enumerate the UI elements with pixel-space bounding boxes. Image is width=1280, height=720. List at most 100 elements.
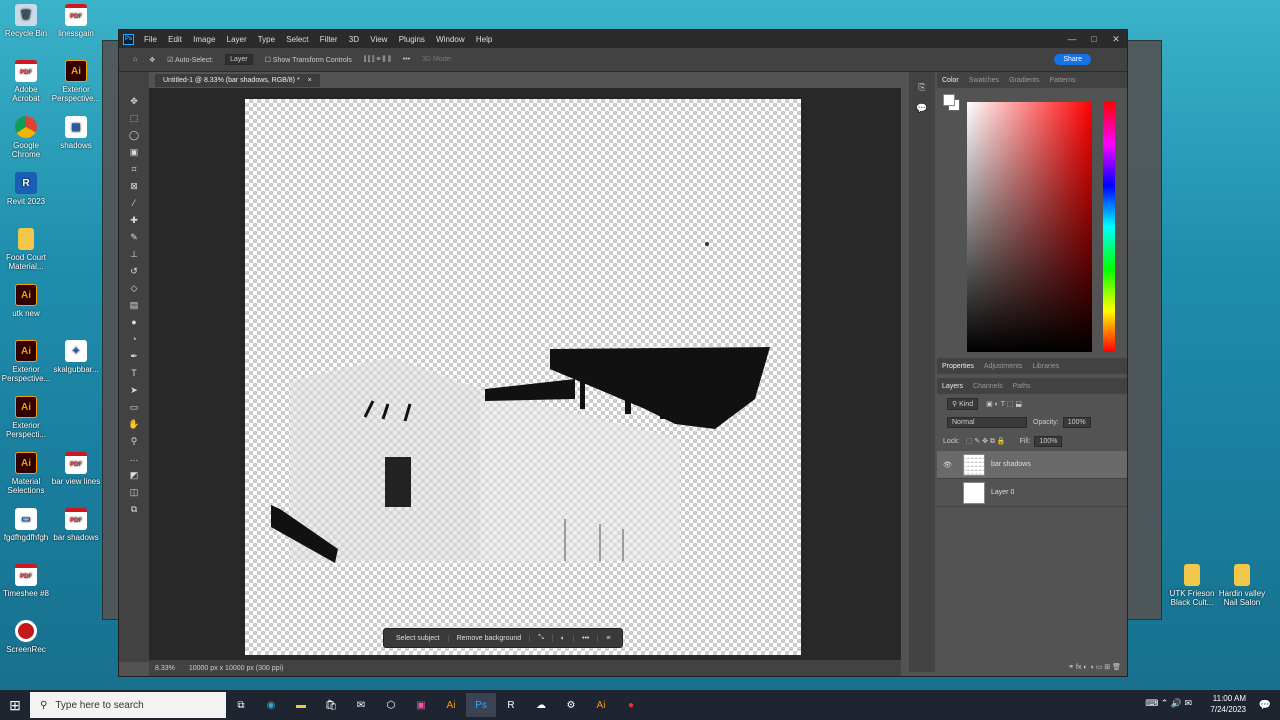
desktop-icon-material-selections[interactable]: Ai Material Selections: [0, 452, 52, 495]
menu-type[interactable]: Type: [258, 35, 275, 44]
zoom-tool-icon[interactable]: ⚲: [127, 434, 141, 448]
clock[interactable]: 11:00 AM 7/24/2023: [1210, 693, 1246, 715]
more-icon[interactable]: •••: [574, 634, 599, 642]
brush-tool-icon[interactable]: ✎: [127, 230, 141, 244]
transform-icon[interactable]: ⤡: [530, 634, 553, 642]
dodge-tool-icon[interactable]: ◔: [127, 332, 141, 346]
healing-brush-icon[interactable]: ✚: [127, 213, 141, 227]
tab-color[interactable]: Color: [942, 77, 959, 84]
menu-image[interactable]: Image: [193, 35, 215, 44]
adjustment-icon[interactable]: ◐: [553, 634, 575, 642]
crop-tool-icon[interactable]: ⌗: [127, 162, 141, 176]
frame-tool-icon[interactable]: ⊠: [127, 179, 141, 193]
file-explorer-icon[interactable]: ▬: [286, 693, 316, 717]
align-icons[interactable]: ⫿ ⫿ ⫿ ≡ ⫼ ⫼: [364, 56, 391, 64]
menu-3d[interactable]: 3D: [349, 35, 359, 44]
layer-row-layer-0[interactable]: Layer 0: [937, 479, 1127, 507]
menu-window[interactable]: Window: [436, 35, 464, 44]
document-canvas[interactable]: [245, 99, 801, 655]
blend-mode-dropdown[interactable]: Normal: [947, 417, 1027, 428]
screen-mode-icon[interactable]: ⧉: [127, 502, 141, 516]
rectangle-tool-icon[interactable]: ▭: [127, 400, 141, 414]
filter-kind-dropdown[interactable]: ⚲ Kind: [947, 397, 979, 410]
filter-type-icons[interactable]: ▣ ◐ T ⬚ ⬓: [986, 400, 1022, 408]
desktop-icon-hardin-valley[interactable]: Hardin valley Nail Salon: [1216, 564, 1268, 607]
menu-edit[interactable]: Edit: [168, 35, 182, 44]
desktop-icon-shadows[interactable]: ▤ shadows: [50, 116, 102, 150]
history-brush-icon[interactable]: ↺: [127, 264, 141, 278]
tab-swatches[interactable]: Swatches: [969, 77, 999, 84]
quick-mask-icon[interactable]: ◫: [127, 485, 141, 499]
tab-properties[interactable]: Properties: [942, 363, 974, 370]
history-icon[interactable]: ⎘: [909, 82, 935, 93]
visibility-eye-icon[interactable]: 👁: [943, 461, 957, 469]
desktop-icon-utk-frieson[interactable]: UTK Frieson Black Cult...: [1166, 564, 1218, 607]
tab-gradients[interactable]: Gradients: [1009, 77, 1039, 84]
lasso-tool-icon[interactable]: ◯: [127, 128, 141, 142]
illustrator-taskbar-icon[interactable]: Ai: [436, 693, 466, 717]
type-tool-icon[interactable]: T: [127, 366, 141, 380]
menu-layer[interactable]: Layer: [227, 35, 247, 44]
desktop-icon-exterior-perspective-3[interactable]: Ai Exterior Perspecti...: [0, 396, 52, 439]
more-tools-icon[interactable]: …: [127, 451, 141, 465]
desktop-icon-adobe-acrobat[interactable]: PDF Adobe Acrobat: [0, 60, 52, 103]
photos-icon[interactable]: ▣: [406, 693, 436, 717]
desktop-icon-bar-view-lines[interactable]: PDF bar view lines: [50, 452, 102, 486]
foreground-color-swatch[interactable]: [943, 94, 955, 106]
eraser-icon[interactable]: ◇: [127, 281, 141, 295]
desktop-icon-timesheet[interactable]: PDF Timeshee #8: [0, 564, 52, 598]
eyedropper-icon[interactable]: ⁄: [127, 196, 141, 210]
notifications-icon[interactable]: 💬: [1250, 693, 1280, 717]
desktop-icon-revit[interactable]: R Revit 2023: [0, 172, 52, 206]
object-selection-icon[interactable]: ▣: [127, 145, 141, 159]
desktop-icon-utk-new[interactable]: Ai utk new: [0, 284, 52, 318]
document-dimensions[interactable]: 10000 px x 10000 px (300 ppi): [189, 665, 284, 672]
menu-view[interactable]: View: [370, 35, 387, 44]
cloud-icon[interactable]: ☁: [526, 693, 556, 717]
pen-tool-icon[interactable]: ✒: [127, 349, 141, 363]
settings-hex-icon[interactable]: ⬡: [376, 693, 406, 717]
desktop-icon-screenrec[interactable]: ScreenRec: [0, 620, 52, 654]
illustrator-taskbar-icon-2[interactable]: Ai: [586, 693, 616, 717]
photoshop-taskbar-icon[interactable]: Ps: [466, 693, 496, 717]
more-options-icon[interactable]: •••: [403, 56, 410, 63]
layer-footer-icons[interactable]: ⚭ fx ◐ ◑ ▭ ⊞ 🗑: [1068, 663, 1121, 671]
desktop-icon-food-court[interactable]: Food Court Material...: [0, 228, 52, 271]
menu-help[interactable]: Help: [476, 35, 492, 44]
auto-select-checkbox[interactable]: ☑ Auto-Select:: [167, 56, 213, 64]
menu-plugins[interactable]: Plugins: [399, 35, 425, 44]
home-icon[interactable]: ⌂: [133, 56, 137, 63]
share-button[interactable]: Share: [1054, 54, 1091, 65]
desktop-icon-fgdfhgdfhfgh[interactable]: ▭ fgdfhgdfhfgh: [0, 508, 52, 542]
settings-gear-icon[interactable]: ⚙: [556, 693, 586, 717]
taskbar-search[interactable]: ⚲ Type here to search: [30, 692, 226, 718]
desktop-icon-recycle-bin[interactable]: 🗑 Recycle Bin: [0, 4, 52, 38]
move-tool-icon[interactable]: ✥: [127, 94, 141, 108]
desktop-icon-exterior-perspective-1[interactable]: Ai Exterior Perspective...: [50, 60, 102, 103]
desktop-icon-exterior-perspective-2[interactable]: Ai Exterior Perspective...: [0, 340, 52, 383]
show-transform-checkbox[interactable]: ☐ Show Transform Controls: [265, 56, 352, 64]
screenrec-taskbar-icon[interactable]: ●: [616, 693, 646, 717]
auto-select-target-dropdown[interactable]: Layer: [225, 54, 253, 65]
task-view-icon[interactable]: ⧉: [226, 693, 256, 717]
tab-patterns[interactable]: Patterns: [1049, 77, 1075, 84]
color-swatches-icon[interactable]: ◩: [127, 468, 141, 482]
hand-tool-icon[interactable]: ✋: [127, 417, 141, 431]
tab-channels[interactable]: Channels: [973, 383, 1003, 390]
mail-icon[interactable]: ✉: [346, 693, 376, 717]
fill-field[interactable]: 100%: [1034, 436, 1063, 447]
desktop-icon-linessgain[interactable]: PDF linessgain: [50, 4, 102, 38]
lock-icons[interactable]: ⬚ ✎ ✥ ⧉ 🔒: [966, 437, 1006, 446]
layer-row-bar-shadows[interactable]: 👁 bar shadows: [937, 451, 1127, 479]
desktop-icon-skalgubbar[interactable]: ✦ skalgubbar...: [50, 340, 102, 374]
desktop-icon-bar-shadows[interactable]: PDF bar shadows: [50, 508, 102, 542]
zoom-level[interactable]: 8.33%: [155, 665, 175, 672]
tab-adjustments[interactable]: Adjustments: [984, 363, 1023, 370]
menu-select[interactable]: Select: [286, 35, 308, 44]
color-field[interactable]: [967, 102, 1092, 352]
menu-file[interactable]: File: [144, 35, 157, 44]
comments-icon[interactable]: 💬: [909, 103, 935, 114]
windows-start-icon[interactable]: ⊞: [0, 697, 30, 714]
close-icon[interactable]: ✕: [1105, 34, 1127, 45]
tab-paths[interactable]: Paths: [1013, 383, 1031, 390]
